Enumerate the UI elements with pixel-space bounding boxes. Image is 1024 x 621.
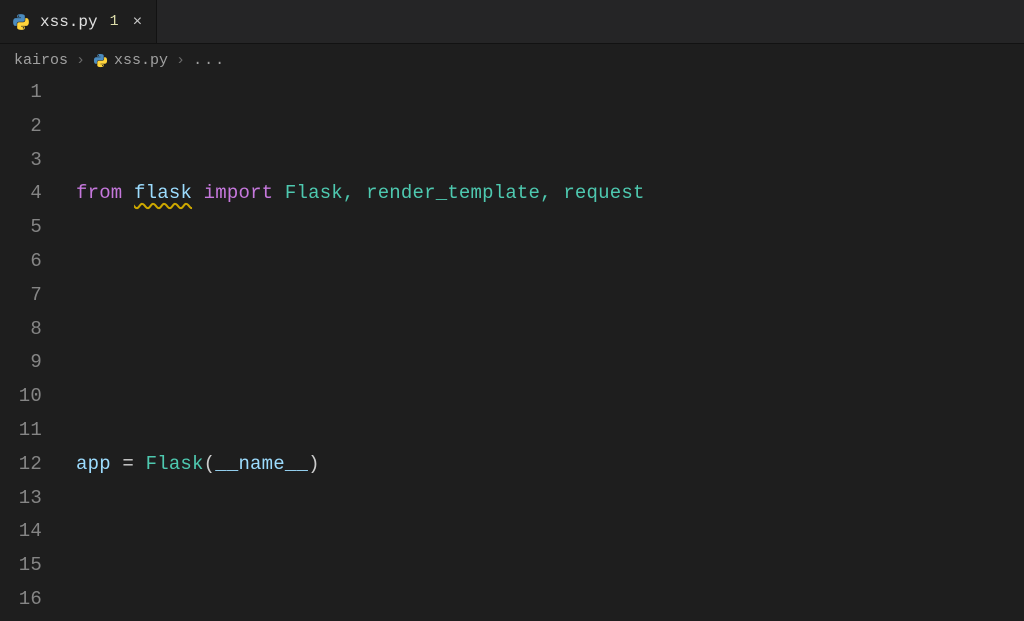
line-number: 16 xyxy=(0,583,42,617)
code-line[interactable] xyxy=(76,313,1024,347)
line-number: 1 xyxy=(0,76,42,110)
token-punc: ) xyxy=(308,453,320,475)
line-number: 2 xyxy=(0,110,42,144)
code-line[interactable]: app = Flask(__name__) xyxy=(76,448,1024,482)
tab-bar: xss.py 1 × xyxy=(0,0,1024,44)
token-dunder: __name__ xyxy=(215,453,308,475)
close-icon[interactable]: × xyxy=(131,12,145,32)
token-class: Flask xyxy=(146,453,204,475)
breadcrumb-ellipsis: ... xyxy=(193,52,226,69)
breadcrumb-folder-label: kairos xyxy=(14,52,68,69)
code-editor[interactable]: 12345678910111213141516 from flask impor… xyxy=(0,76,1024,621)
chevron-right-icon: › xyxy=(176,52,185,69)
tab-problem-count-badge: 1 xyxy=(108,13,121,30)
line-number: 10 xyxy=(0,380,42,414)
breadcrumb: kairos › xss.py › ... xyxy=(0,44,1024,76)
breadcrumb-file[interactable]: xss.py xyxy=(93,52,168,69)
token-keyword: import xyxy=(204,182,274,204)
code-line[interactable]: from flask import Flask, render_template… xyxy=(76,177,1024,211)
token-module-flask: flask xyxy=(134,182,192,204)
python-file-icon xyxy=(12,13,30,31)
breadcrumb-symbol[interactable]: ... xyxy=(193,52,226,69)
line-number: 8 xyxy=(0,313,42,347)
line-number: 5 xyxy=(0,211,42,245)
tab-filename: xss.py xyxy=(40,13,98,31)
token-imports: Flask, render_template, request xyxy=(285,182,645,204)
chevron-right-icon: › xyxy=(76,52,85,69)
line-number: 13 xyxy=(0,482,42,516)
code-line[interactable] xyxy=(76,583,1024,617)
line-number: 7 xyxy=(0,279,42,313)
line-number: 12 xyxy=(0,448,42,482)
line-number: 11 xyxy=(0,414,42,448)
line-number: 14 xyxy=(0,515,42,549)
code-area[interactable]: from flask import Flask, render_template… xyxy=(70,76,1024,621)
python-file-icon xyxy=(93,53,108,68)
line-number: 3 xyxy=(0,144,42,178)
breadcrumb-folder[interactable]: kairos xyxy=(14,52,68,69)
line-number-gutter: 12345678910111213141516 xyxy=(0,76,70,621)
token-punc: ( xyxy=(204,453,216,475)
token-ident: app xyxy=(76,453,111,475)
tab-xss-py[interactable]: xss.py 1 × xyxy=(0,0,157,43)
token-op: = xyxy=(111,453,146,475)
breadcrumb-file-label: xss.py xyxy=(114,52,168,69)
token-keyword: from xyxy=(76,182,122,204)
line-number: 9 xyxy=(0,346,42,380)
line-number: 6 xyxy=(0,245,42,279)
line-number: 15 xyxy=(0,549,42,583)
line-number: 4 xyxy=(0,177,42,211)
